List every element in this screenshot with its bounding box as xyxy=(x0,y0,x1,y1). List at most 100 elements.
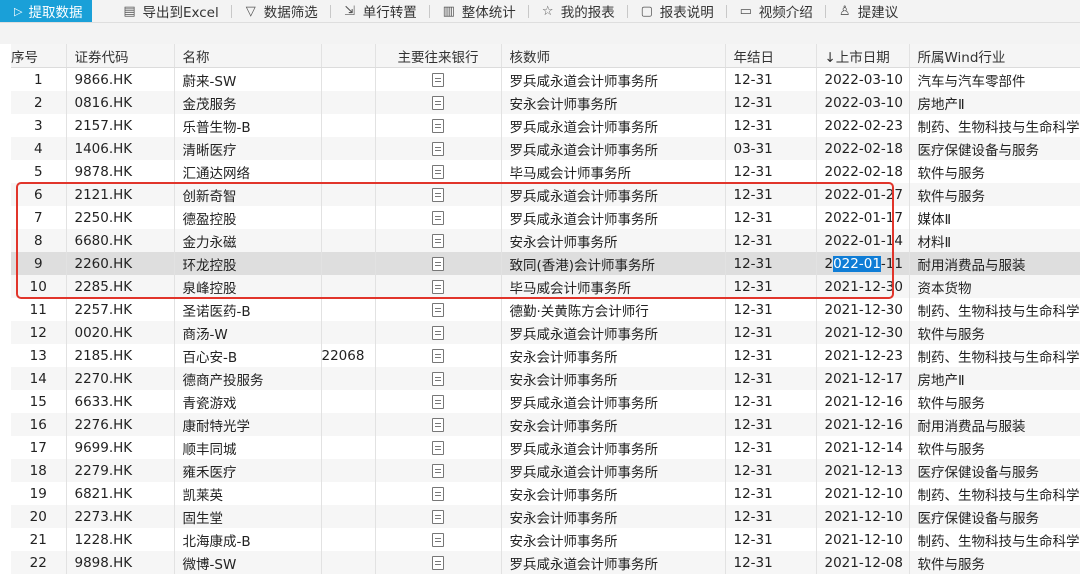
wind-industry-cell[interactable]: 医疗保健设备与服务 xyxy=(909,137,1080,160)
main-bank-cell[interactable] xyxy=(375,137,502,160)
security-code-cell[interactable]: 2273.HK xyxy=(66,505,175,528)
security-code-cell[interactable]: 2279.HK xyxy=(66,459,175,482)
extra-cell[interactable] xyxy=(321,137,376,160)
document-icon[interactable] xyxy=(432,164,444,179)
table-row[interactable]: 13 2185.HK 百心安-B 22068 安永会计师事务所 12-31 2021-12-… xyxy=(11,344,1080,367)
name-cell[interactable]: 圣诺医药-B xyxy=(174,298,322,321)
extra-cell[interactable] xyxy=(321,252,376,275)
name-cell[interactable]: 北海康成-B xyxy=(174,528,322,551)
wind-industry-cell[interactable]: 房地产Ⅱ xyxy=(909,367,1080,390)
security-code-cell[interactable]: 9866.HK xyxy=(66,67,175,91)
wind-industry-cell[interactable]: 耐用消费品与服装 xyxy=(909,413,1080,436)
wind-industry-cell[interactable]: 汽车与汽车零部件 xyxy=(909,67,1080,91)
document-icon[interactable] xyxy=(432,256,444,271)
document-icon[interactable] xyxy=(432,532,444,547)
header-index[interactable]: 序号 xyxy=(11,44,67,68)
extra-cell[interactable] xyxy=(321,229,376,252)
security-code-cell[interactable]: 2121.HK xyxy=(66,183,175,206)
name-cell[interactable]: 金力永磁 xyxy=(174,229,322,252)
row-index[interactable]: 22 xyxy=(11,551,67,574)
document-icon[interactable] xyxy=(432,509,444,524)
document-icon[interactable] xyxy=(432,371,444,386)
table-row[interactable]: 17 9699.HK 顺丰同城 罗兵咸永道会计师事务所 12-31 2021-12-14 软… xyxy=(11,436,1080,459)
document-icon[interactable] xyxy=(432,486,444,501)
wind-industry-cell[interactable]: 软件与服务 xyxy=(909,551,1080,574)
extra-cell[interactable] xyxy=(321,298,376,321)
fiscal-year-end-cell[interactable]: 12-31 xyxy=(725,229,817,252)
video-intro-button[interactable]: ▭ 视频介绍 xyxy=(727,0,825,22)
header-auditor[interactable]: 核数师 xyxy=(501,44,726,68)
wind-industry-cell[interactable]: 制药、生物科技与生命科学 xyxy=(909,528,1080,551)
auditor-cell[interactable]: 安永会计师事务所 xyxy=(501,344,726,367)
main-bank-cell[interactable] xyxy=(375,275,502,298)
security-code-cell[interactable]: 6821.HK xyxy=(66,482,175,505)
document-icon[interactable] xyxy=(432,394,444,409)
overall-stats-button[interactable]: ▥ 整体统计 xyxy=(430,0,528,22)
fiscal-year-end-cell[interactable]: 12-31 xyxy=(725,482,817,505)
fiscal-year-end-cell[interactable]: 12-31 xyxy=(725,67,817,91)
listing-date-cell[interactable]: 2021-12-14 xyxy=(816,436,910,459)
fiscal-year-end-cell[interactable]: 12-31 xyxy=(725,390,817,413)
main-bank-cell[interactable] xyxy=(375,321,502,344)
listing-date-cell[interactable]: 2022-02-18 xyxy=(816,160,910,183)
table-row[interactable]: 15 6633.HK 青瓷游戏 罗兵咸永道会计师事务所 12-31 2021-12-16 软… xyxy=(11,390,1080,413)
auditor-cell[interactable]: 致同(香港)会计师事务所 xyxy=(501,252,726,275)
main-bank-cell[interactable] xyxy=(375,367,502,390)
fiscal-year-end-cell[interactable]: 12-31 xyxy=(725,206,817,229)
wind-industry-cell[interactable]: 软件与服务 xyxy=(909,183,1080,206)
table-row[interactable]: 11 2257.HK 圣诺医药-B 德勤·关黄陈方会计师行 12-31 2021-12-3… xyxy=(11,298,1080,321)
table-row[interactable]: 3 2157.HK 乐普生物-B 罗兵咸永道会计师事务所 12-31 2022-02-23… xyxy=(11,114,1080,137)
name-cell[interactable]: 微博-SW xyxy=(174,551,322,574)
main-bank-cell[interactable] xyxy=(375,528,502,551)
main-bank-cell[interactable] xyxy=(375,505,502,528)
name-cell[interactable]: 德盈控股 xyxy=(174,206,322,229)
row-index[interactable]: 8 xyxy=(11,229,67,252)
document-icon[interactable] xyxy=(432,302,444,317)
name-cell[interactable]: 乐普生物-B xyxy=(174,114,322,137)
extra-cell[interactable] xyxy=(321,528,376,551)
document-icon[interactable] xyxy=(432,325,444,340)
wind-industry-cell[interactable]: 材料Ⅱ xyxy=(909,229,1080,252)
listing-date-cell[interactable]: 2022-01-17 xyxy=(816,206,910,229)
document-icon[interactable] xyxy=(432,72,444,87)
auditor-cell[interactable]: 德勤·关黄陈方会计师行 xyxy=(501,298,726,321)
document-icon[interactable] xyxy=(432,210,444,225)
auditor-cell[interactable]: 安永会计师事务所 xyxy=(501,229,726,252)
data-filter-button[interactable]: ▽ 数据筛选 xyxy=(232,0,330,22)
name-cell[interactable]: 青瓷游戏 xyxy=(174,390,322,413)
table-row[interactable]: 19 6821.HK 凯莱英 安永会计师事务所 12-31 2021-12-10 制药、生物… xyxy=(11,482,1080,505)
row-index[interactable]: 2 xyxy=(11,91,67,114)
main-bank-cell[interactable] xyxy=(375,413,502,436)
extra-cell[interactable] xyxy=(321,160,376,183)
extra-cell[interactable] xyxy=(321,436,376,459)
fiscal-year-end-cell[interactable]: 12-31 xyxy=(725,367,817,390)
wind-industry-cell[interactable]: 媒体Ⅱ xyxy=(909,206,1080,229)
main-bank-cell[interactable] xyxy=(375,252,502,275)
listing-date-cell[interactable]: 2022-01-27 xyxy=(816,183,910,206)
extra-cell[interactable] xyxy=(321,459,376,482)
security-code-cell[interactable]: 2276.HK xyxy=(66,413,175,436)
auditor-cell[interactable]: 安永会计师事务所 xyxy=(501,367,726,390)
main-bank-cell[interactable] xyxy=(375,183,502,206)
fiscal-year-end-cell[interactable]: 12-31 xyxy=(725,183,817,206)
fiscal-year-end-cell[interactable]: 12-31 xyxy=(725,505,817,528)
security-code-cell[interactable]: 2257.HK xyxy=(66,298,175,321)
name-cell[interactable]: 商汤-W xyxy=(174,321,322,344)
name-cell[interactable]: 固生堂 xyxy=(174,505,322,528)
row-index[interactable]: 1 xyxy=(11,67,67,91)
auditor-cell[interactable]: 安永会计师事务所 xyxy=(501,505,726,528)
name-cell[interactable]: 蔚来-SW xyxy=(174,67,322,91)
extra-cell[interactable] xyxy=(321,551,376,574)
fiscal-year-end-cell[interactable]: 12-31 xyxy=(725,298,817,321)
row-index[interactable]: 9 xyxy=(11,252,67,275)
export-excel-button[interactable]: ▤ 导出到Excel xyxy=(110,0,230,22)
table-row[interactable]: 22 9898.HK 微博-SW 罗兵咸永道会计师事务所 12-31 2021-12-08… xyxy=(11,551,1080,574)
fiscal-year-end-cell[interactable]: 12-31 xyxy=(725,275,817,298)
fiscal-year-end-cell[interactable]: 12-31 xyxy=(725,160,817,183)
auditor-cell[interactable]: 罗兵咸永道会计师事务所 xyxy=(501,137,726,160)
table-row[interactable]: 5 9878.HK 汇通达网络 毕马威会计师事务所 12-31 2022-02-18 软件与… xyxy=(11,160,1080,183)
fiscal-year-end-cell[interactable]: 12-31 xyxy=(725,436,817,459)
table-row[interactable]: 16 2276.HK 康耐特光学 安永会计师事务所 12-31 2021-12-16 耐用消… xyxy=(11,413,1080,436)
name-cell[interactable]: 金茂服务 xyxy=(174,91,322,114)
table-row[interactable]: 8 6680.HK 金力永磁 安永会计师事务所 12-31 2022-01-14 材料Ⅱ xyxy=(11,229,1080,252)
